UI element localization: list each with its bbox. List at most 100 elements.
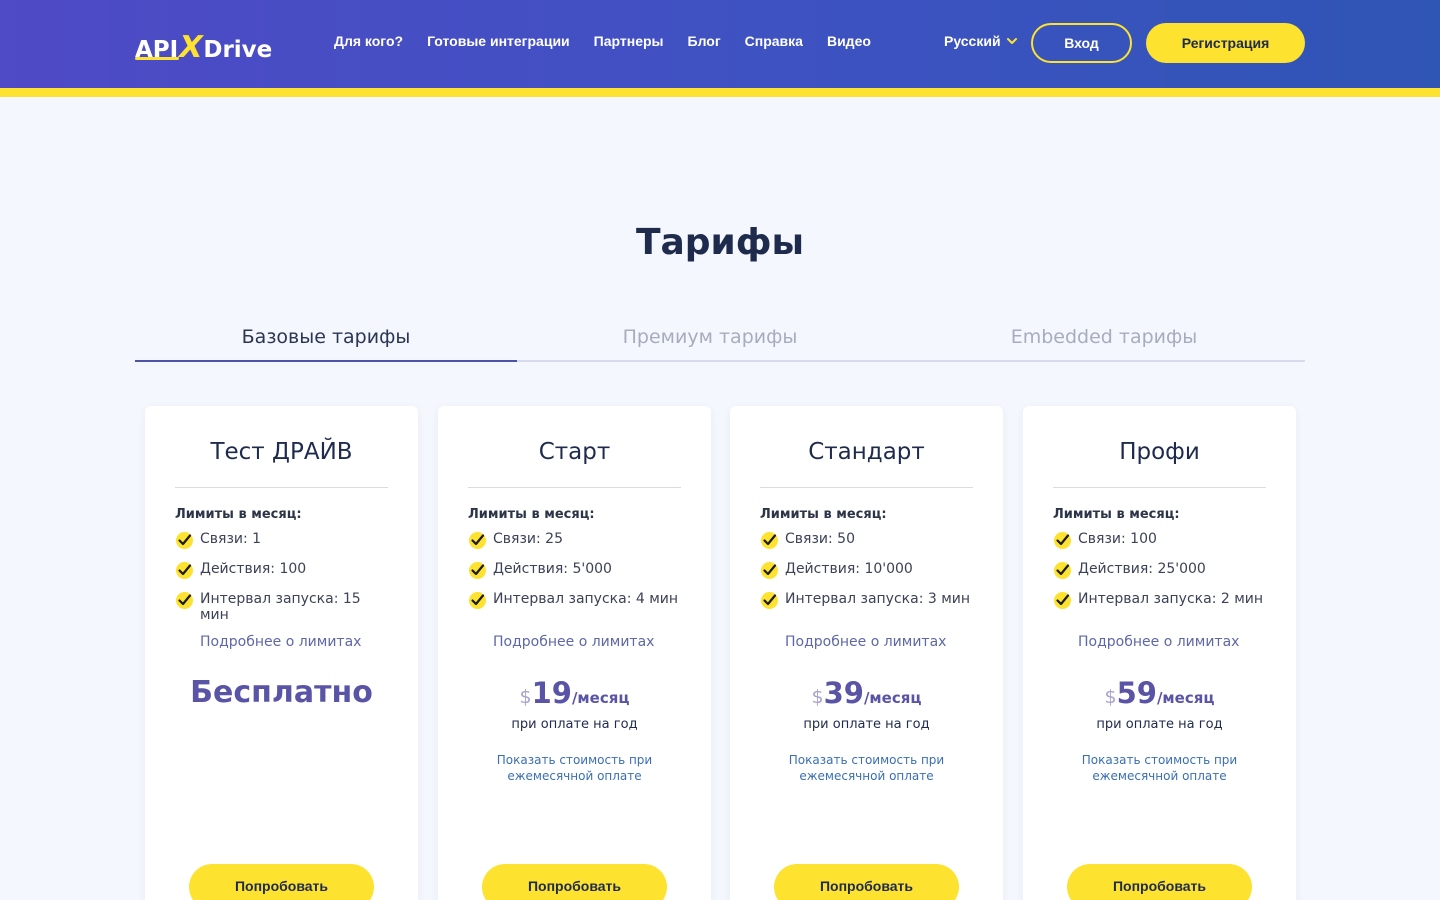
nav-item-video[interactable]: Видео [827,33,871,49]
feature-connections: Связи: 100 [1053,531,1266,550]
pricing-tabs: Базовые тарифы Премиум тарифы Embedded т… [135,322,1305,362]
check-icon [469,592,486,609]
limits-details-link[interactable]: Подробнее о лимитах [785,634,946,650]
limits-details-link[interactable]: Подробнее о лимитах [200,634,361,650]
logo[interactable]: API X Drive [135,27,273,65]
try-button[interactable]: Попробовать [774,864,959,900]
check-icon [1054,562,1071,579]
price-period: /месяц [1156,689,1215,707]
nav-item-for-whom[interactable]: Для кого? [334,33,403,49]
plan-title: Тест ДРАЙВ [210,439,353,465]
divider [760,487,973,488]
nav-item-help[interactable]: Справка [745,33,803,49]
price: $39/месяц [730,676,1003,710]
price-period: /месяц [571,689,630,707]
price-currency: $ [1104,686,1117,708]
register-button[interactable]: Регистрация [1146,23,1305,63]
tab-basic[interactable]: Базовые тарифы [135,322,517,362]
check-icon [1054,592,1071,609]
price-note: при оплате на год [511,717,638,732]
feature-text: Связи: 1 [200,531,262,547]
nav-item-partners[interactable]: Партнеры [594,33,664,49]
limits-label: Лимиты в месяц: [760,507,887,522]
limits-details-link[interactable]: Подробнее о лимитах [493,634,654,650]
price-period: /месяц [863,689,922,707]
feature-text: Интервал запуска: 4 мин [493,591,679,607]
logo-underline [135,57,179,60]
feature-interval: Интервал запуска: 2 мин [1053,591,1266,610]
logo-text-drive: Drive [203,37,273,63]
tab-premium[interactable]: Премиум тарифы [517,322,903,362]
plan-card-profi: Профи Лимиты в месяц: Связи: 100 Действи… [1023,406,1296,900]
site-header: API X Drive Для кого? Готовые интеграции П… [0,0,1440,88]
language-label: Русский [944,33,1001,49]
try-button[interactable]: Попробовать [1067,864,1252,900]
tab-embedded[interactable]: Embedded тарифы [903,322,1305,362]
feature-text: Интервал запуска: 3 мин [785,591,971,607]
language-selector[interactable]: Русский [944,33,1018,49]
plan-card-standard: Стандарт Лимиты в месяц: Связи: 50 Дейст… [730,406,1003,900]
check-icon [761,532,778,549]
header-accent-stripe [0,88,1440,97]
check-icon [176,592,193,609]
nav-item-integrations[interactable]: Готовые интеграции [427,33,570,49]
price-note: при оплате на год [803,717,930,732]
feature-text: Связи: 50 [785,531,855,547]
divider [1053,487,1266,488]
feature-text: Действия: 100 [200,561,307,577]
feature-text: Связи: 100 [1078,531,1157,547]
feature-connections: Связи: 50 [760,531,973,550]
chevron-down-icon [1006,38,1017,44]
feature-interval: Интервал запуска: 3 мин [760,591,973,610]
feature-text: Действия: 10'000 [785,561,913,577]
divider [468,487,681,488]
feature-connections: Связи: 25 [468,531,681,550]
plan-title: Старт [538,439,611,465]
limits-label: Лимиты в месяц: [175,507,302,522]
logo-x: X [175,30,207,65]
check-icon [761,592,778,609]
try-button[interactable]: Попробовать [189,864,374,900]
login-button[interactable]: Вход [1031,23,1132,63]
price-amount: 59 [1116,676,1157,710]
price: $19/месяц [438,676,711,710]
check-icon [1054,532,1071,549]
divider [175,487,388,488]
feature-text: Действия: 25'000 [1078,561,1206,577]
check-icon [761,562,778,579]
monthly-price-link[interactable]: Показать стоимость при ежемесячной оплат… [1069,752,1250,784]
price-note: при оплате на год [1096,717,1223,732]
feature-connections: Связи: 1 [175,531,388,550]
feature-text: Действия: 5'000 [493,561,612,577]
price-currency: $ [811,686,824,708]
plan-card-start: Старт Лимиты в месяц: Связи: 25 Действия… [438,406,711,900]
feature-interval: Интервал запуска: 4 мин [468,591,681,610]
feature-actions: Действия: 5'000 [468,561,681,580]
price-currency: $ [519,686,532,708]
main-nav: Для кого? Готовые интеграции Партнеры Бл… [334,33,895,49]
limits-details-link[interactable]: Подробнее о лимитах [1078,634,1239,650]
check-icon [176,562,193,579]
check-icon [469,532,486,549]
feature-text: Интервал запуска: 2 мин [1078,591,1264,607]
feature-actions: Действия: 100 [175,561,388,580]
price-amount: 39 [823,676,864,710]
page-title: Тарифы [635,222,805,263]
plan-card-test-drive: Тест ДРАЙВ Лимиты в месяц: Связи: 1 Дейс… [145,406,418,900]
feature-text: Интервал запуска: 15 мин [200,591,361,623]
plan-title: Стандарт [808,439,925,465]
feature-interval: Интервал запуска: 15 мин [175,591,388,623]
price: $59/месяц [1023,676,1296,710]
try-button[interactable]: Попробовать [482,864,667,900]
monthly-price-link[interactable]: Показать стоимость при ежемесячной оплат… [776,752,957,784]
plan-title: Профи [1119,439,1200,465]
feature-text: Связи: 25 [493,531,563,547]
limits-label: Лимиты в месяц: [468,507,595,522]
check-icon [469,562,486,579]
nav-item-blog[interactable]: Блог [688,33,721,49]
price-amount: 19 [531,676,572,710]
feature-actions: Действия: 25'000 [1053,561,1266,580]
limits-label: Лимиты в месяц: [1053,507,1180,522]
check-icon [176,532,193,549]
monthly-price-link[interactable]: Показать стоимость при ежемесячной оплат… [484,752,665,784]
